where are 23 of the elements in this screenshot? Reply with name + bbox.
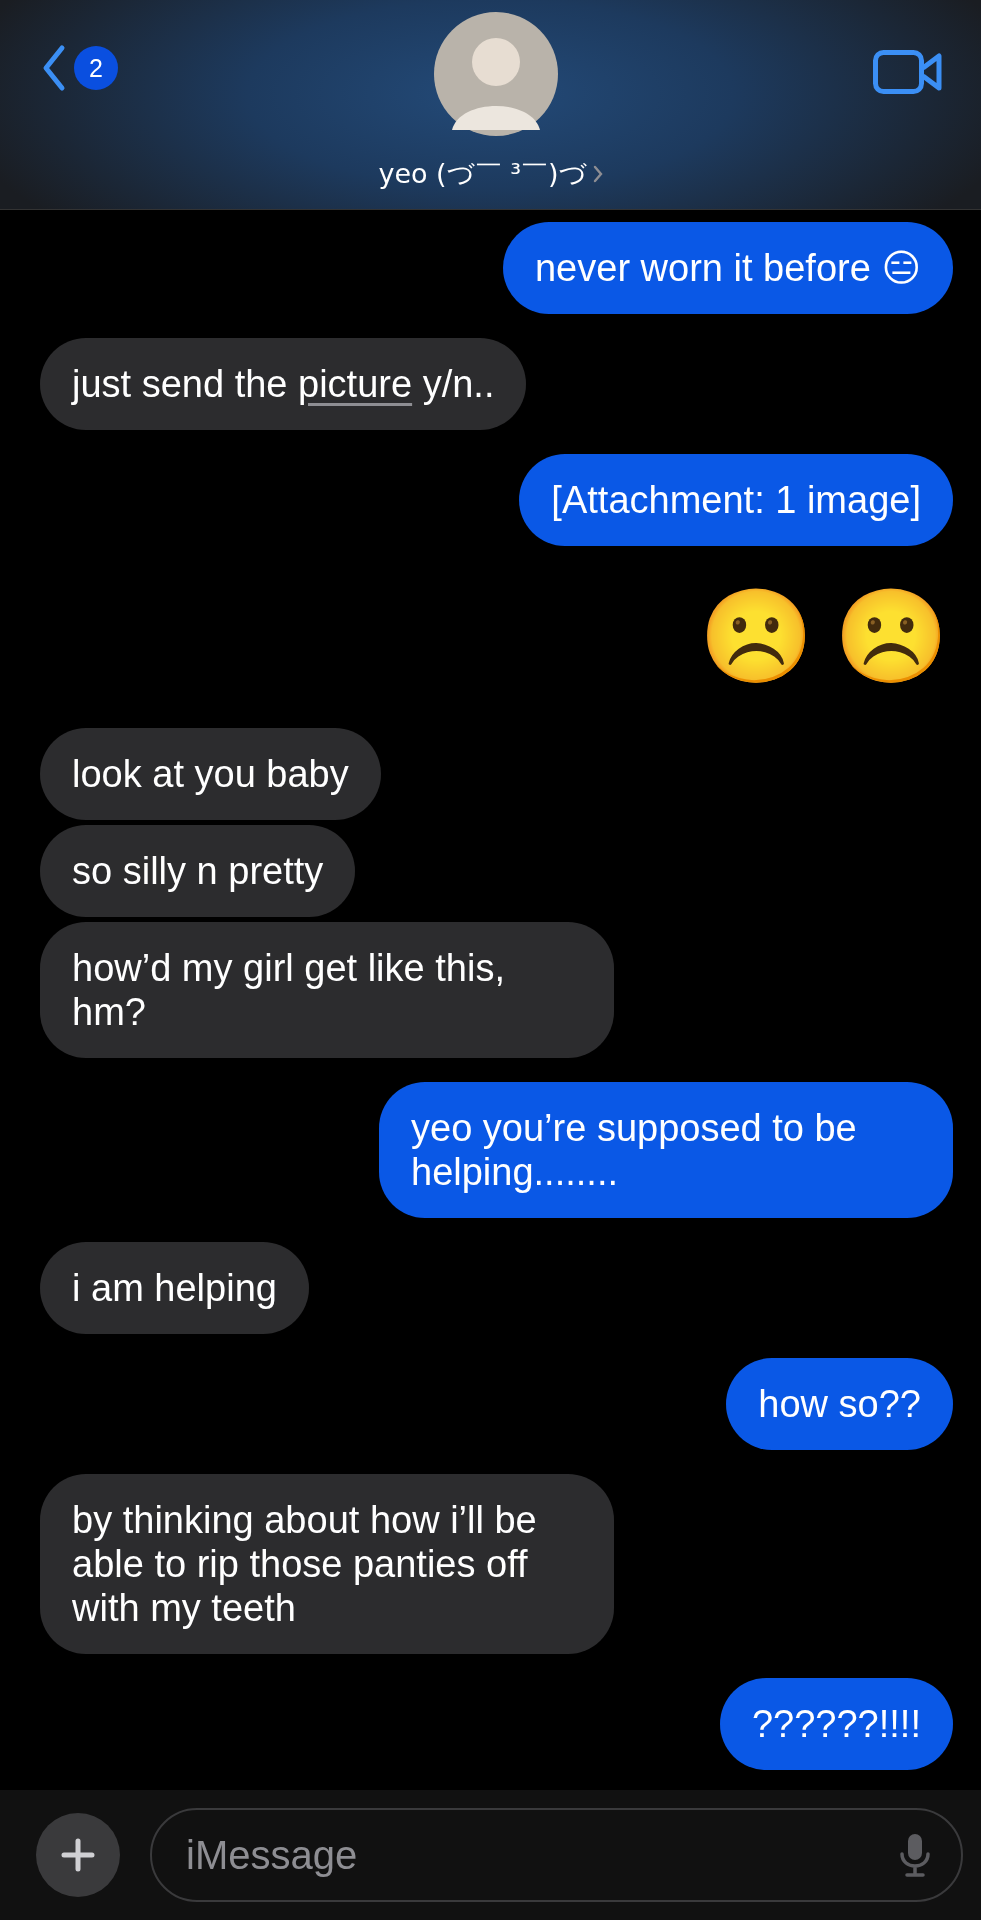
message-field[interactable]: iMessage <box>150 1808 963 1902</box>
message-bubble: by thinking about how i’ll be able to rip those panties off with my teeth <box>40 1474 614 1654</box>
message-bubble: never worn it before 😑 <box>503 222 953 314</box>
video-camera-icon[interactable] <box>873 50 943 94</box>
message-bubble: so silly n pretty <box>40 825 356 917</box>
chevron-icon <box>592 165 603 183</box>
message-bubble: how’d my girl get like this, hm? <box>40 922 614 1058</box>
emoji-message: ☹ <box>834 582 950 692</box>
avatar[interactable] <box>433 12 558 136</box>
emoji-message: ☹ <box>699 582 815 692</box>
message-bubble: how so?? <box>726 1358 953 1450</box>
message-bubble: i am helping <box>40 1242 309 1334</box>
plus-icon[interactable] <box>60 1837 96 1873</box>
back-icon[interactable] <box>42 44 66 92</box>
message-bubble: look at you baby <box>40 728 381 820</box>
microphone-icon[interactable] <box>899 1832 931 1878</box>
unread-badge: 2 <box>74 46 118 90</box>
message-bubble: ??????!!!! <box>719 1678 953 1770</box>
message-bubble: [Attachment: 1 image] <box>519 454 953 546</box>
link[interactable]: picture <box>298 363 413 405</box>
contact-name[interactable]: yeo (づ￣ ³￣)づ <box>378 156 587 192</box>
message-bubble: just send the picture y/n.. <box>40 338 527 430</box>
message-bubble: yeo you’re supposed to be helping........ <box>379 1082 953 1218</box>
